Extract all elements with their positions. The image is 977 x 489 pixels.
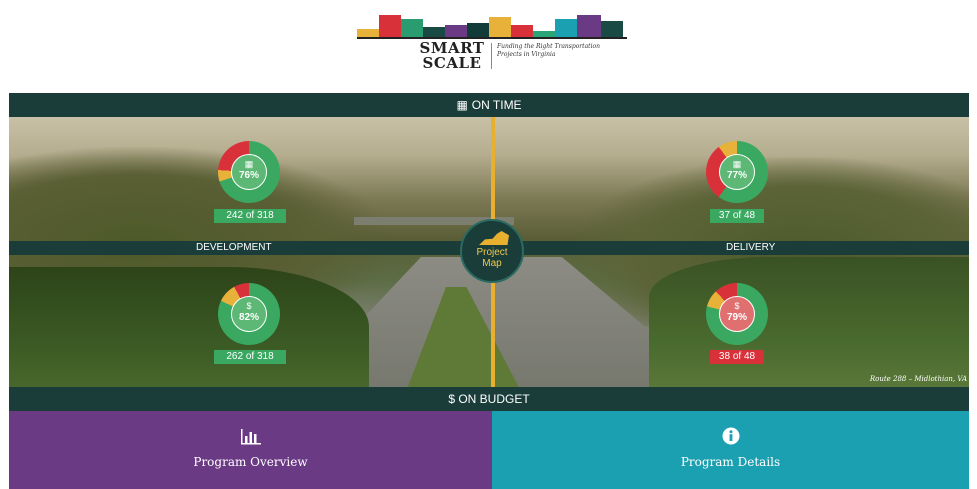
dollar-icon: $: [246, 301, 252, 311]
delivery-label: DELIVERY: [726, 242, 776, 253]
smart-scale-dashboard: SMART SCALE Funding the Right Transporta…: [9, 9, 969, 489]
on-time-header: ▦ ON TIME: [9, 93, 969, 117]
on-budget-header: $ ON BUDGET: [9, 387, 969, 411]
delivery-on-budget-count: 38 of 48: [710, 350, 764, 364]
on-time-label: ON TIME: [471, 98, 522, 112]
development-on-budget-donut[interactable]: $ 82%: [218, 283, 280, 345]
on-budget-label: $ ON BUDGET: [448, 392, 530, 406]
project-map-label-2: Map: [482, 258, 502, 269]
calendar-icon: ▦: [456, 98, 468, 112]
program-overview-button[interactable]: Program Overview: [9, 411, 492, 489]
program-details-button[interactable]: Program Details: [492, 411, 969, 489]
photo-credit: Route 288 – Midlothian, VA: [869, 375, 967, 383]
program-overview-label: Program Overview: [193, 455, 308, 469]
project-map-label-1: Project: [476, 247, 508, 258]
delivery-on-time-donut[interactable]: ▦ 77%: [706, 141, 768, 203]
calendar-icon: ▦: [732, 159, 742, 169]
bar-chart-icon: [9, 427, 492, 450]
calendar-icon: ▦: [244, 159, 254, 169]
development-label: DEVELOPMENT: [196, 242, 272, 253]
logo-title: SMART SCALE: [419, 39, 485, 72]
delivery-on-time-percent: 77%: [726, 170, 747, 181]
dollar-icon: $: [734, 301, 740, 311]
virginia-map-icon: [479, 231, 509, 245]
delivery-on-budget-donut[interactable]: $ 79%: [706, 283, 768, 345]
delivery-on-budget-percent: 79%: [726, 312, 747, 323]
development-on-time-count: 242 of 318: [214, 209, 286, 223]
development-on-time-donut[interactable]: ▦ 76%: [218, 141, 280, 203]
logo-tagline: Funding the Right Transportation Project…: [497, 43, 600, 58]
delivery-on-time-count: 37 of 48: [710, 209, 764, 223]
info-icon: [492, 427, 969, 450]
development-on-budget-percent: 82%: [238, 312, 259, 323]
header-logo[interactable]: SMART SCALE Funding the Right Transporta…: [9, 9, 969, 93]
development-on-budget-count: 262 of 318: [214, 350, 286, 364]
program-details-label: Program Details: [680, 455, 781, 469]
development-on-time-percent: 76%: [238, 170, 259, 181]
logo-color-bars: [357, 13, 627, 37]
project-map-button[interactable]: Project Map: [460, 219, 524, 283]
